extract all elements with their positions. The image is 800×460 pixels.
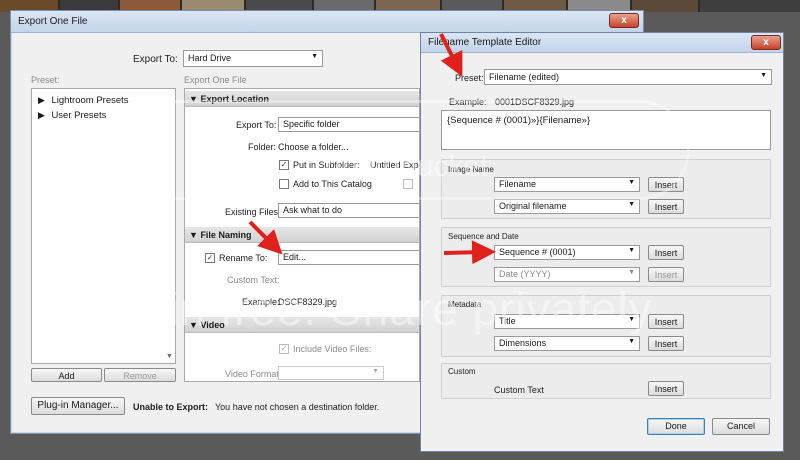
red-arrow-sequence — [443, 240, 496, 265]
red-arrow-preset — [439, 33, 463, 77]
red-arrow-edit — [248, 220, 283, 255]
watermark-main: Join free. Share privately — [118, 283, 653, 335]
annotation-arrows — [248, 33, 496, 265]
watermark-top: photobucket — [325, 150, 489, 183]
